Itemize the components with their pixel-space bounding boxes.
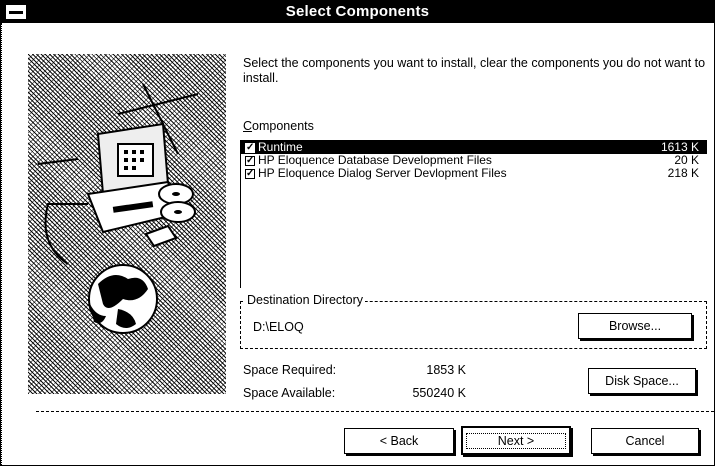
disk-space-button[interactable]: Disk Space... <box>588 368 696 394</box>
floppy-disk-icon <box>144 224 178 248</box>
button-separator <box>36 411 714 412</box>
back-button-label: < Back <box>379 434 419 448</box>
space-required-label: Space Required: <box>243 363 337 377</box>
checkmark-icon[interactable]: ✓ <box>245 168 255 179</box>
component-name: HP Eloquence Dialog Server Devlopment Fi… <box>258 166 507 180</box>
installer-window: Select Components Select the components … <box>0 0 715 466</box>
browse-button-label: Browse... <box>608 319 662 333</box>
disk-space-button-label: Disk Space... <box>605 374 679 388</box>
components-label-accel: C <box>243 119 253 133</box>
back-button[interactable]: < Back <box>344 428 454 454</box>
next-button[interactable]: Next > <box>461 426 571 455</box>
space-available-value: 550240 K <box>412 386 466 400</box>
component-item-dialog-server-dev-files[interactable]: ✓ HP Eloquence Dialog Server Devlopment … <box>241 167 707 180</box>
checkmark-icon[interactable]: ✓ <box>245 142 255 153</box>
instructions-text: Select the components you want to instal… <box>243 56 706 85</box>
space-required-value: 1853 K <box>426 363 466 377</box>
window-left-edge <box>1 23 3 465</box>
destination-directory-label: Destination Directory <box>245 293 366 307</box>
cancel-button-label: Cancel <box>625 434 665 448</box>
next-button-label: Next > <box>466 432 566 449</box>
components-listbox[interactable]: ✓ Runtime 1613 K ✓ HP Eloquence Database… <box>240 140 707 288</box>
space-available-label: Space Available: <box>243 386 336 400</box>
cancel-button[interactable]: Cancel <box>591 428 699 454</box>
checkmark-icon[interactable]: ✓ <box>245 155 255 166</box>
title-bar: Select Components <box>1 1 714 23</box>
component-size: 218 K <box>667 166 699 180</box>
browse-button[interactable]: Browse... <box>578 313 692 339</box>
setup-illustration <box>28 54 226 394</box>
computer-globe-illustration <box>37 83 199 334</box>
destination-path: D:\ELOQ <box>253 320 304 334</box>
globe-icon <box>88 264 158 334</box>
components-label: Components <box>243 119 314 133</box>
window-title: Select Components <box>285 3 430 20</box>
components-label-rest: omponents <box>252 119 314 133</box>
